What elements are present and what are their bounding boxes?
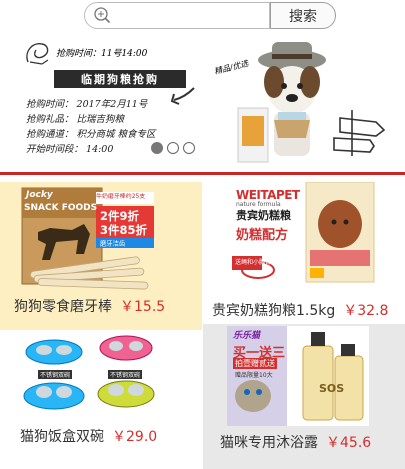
product-brand: 乐乐猫	[233, 331, 261, 341]
product-subtitle: 奶糕配方	[236, 228, 289, 243]
product-name: 猫狗饭盒双碗	[20, 429, 104, 445]
product-caption[interactable]: 狗狗零食磨牙棒 ￥15.5	[14, 296, 165, 316]
product-title: 贵宾奶糕粮	[236, 209, 291, 222]
product-name: 狗狗零食磨牙棒	[14, 299, 112, 315]
carousel-dot[interactable]	[151, 142, 163, 154]
section-divider	[0, 172, 405, 175]
banner-time: 抢购时间：11号14:00	[56, 49, 148, 59]
product-caption[interactable]: 贵宾奶糕狗粮1.5kg ￥32.8	[212, 300, 388, 320]
banner-detail-line: 抢购礼品： 比瑞吉狗粮	[26, 114, 125, 125]
product-card[interactable]: 乐乐猫 买一送三 拍壹赠贰送 赠品限量10大 SOS 猫咪专用沐浴露 ￥45.6	[203, 324, 405, 469]
product-banner: 拍壹赠贰送	[233, 358, 277, 369]
promo-banner[interactable]: 抢购时间：11号14:00 临期狗粮抢购 精品/优选 抢购时间： 2017年2月…	[0, 32, 405, 173]
product-brand: WEITAPET	[236, 188, 300, 202]
product-promo: 3件85折	[100, 223, 148, 237]
search-bar: 搜索	[84, 2, 336, 30]
carousel-dot[interactable]	[167, 142, 179, 154]
search-input[interactable]	[84, 2, 270, 29]
search-icon	[94, 7, 111, 24]
banner-detail-line: 开始时间段： 14:00	[26, 144, 114, 155]
product-card[interactable]: Jocky SNACK FOODS 牛奶磨牙棒约25支 2件9折 3件85折 磨…	[0, 182, 202, 330]
signpost-icon	[333, 110, 386, 156]
product-price: ￥45.6	[326, 435, 372, 451]
search-button[interactable]: 搜索	[270, 2, 336, 29]
product-gift: 送绳和小胸背	[235, 259, 272, 266]
product-brand: Jocky	[26, 190, 53, 200]
carousel-dots	[151, 142, 195, 154]
product-promo: 磨牙洁齿	[100, 239, 126, 248]
product-name: 贵宾奶糕狗粮1.5kg	[212, 303, 336, 319]
product-card[interactable]: 不锈钢双碗 不锈钢双碗 猫狗饭盒双碗 ￥29.0	[0, 330, 202, 469]
banner-detail-line: 抢购通道： 积分商城 粮食专区	[26, 129, 156, 140]
banner-detail-line: 抢购时间： 2017年2月11号	[26, 99, 148, 110]
product-caption[interactable]: 猫咪专用沐浴露 ￥45.6	[220, 432, 371, 452]
product-price: ￥29.0	[112, 429, 158, 445]
product-brand-line: SNACK FOODS	[24, 203, 98, 213]
product-caption[interactable]: 猫狗饭盒双碗 ￥29.0	[20, 426, 157, 446]
product-name: 猫咪专用沐浴露	[220, 435, 318, 451]
product-promo-top: 牛奶磨牙棒约25支	[96, 192, 146, 200]
product-price: ￥15.5	[120, 299, 166, 315]
product-banner: 赠品限量10大	[235, 372, 273, 379]
product-card[interactable]: WEITAPET nature formula 贵宾奶糕粮 奶糕配方 送绳和小胸…	[206, 182, 405, 324]
product-label: SOS	[319, 382, 345, 395]
carousel-dot[interactable]	[183, 142, 195, 154]
arrow-icon	[170, 87, 195, 105]
product-price: ￥32.8	[343, 303, 389, 319]
product-tag: 不锈钢双碗	[108, 370, 143, 379]
product-tag: 不锈钢双碗	[38, 370, 73, 379]
banner-title: 临期狗粮抢购	[54, 70, 186, 88]
